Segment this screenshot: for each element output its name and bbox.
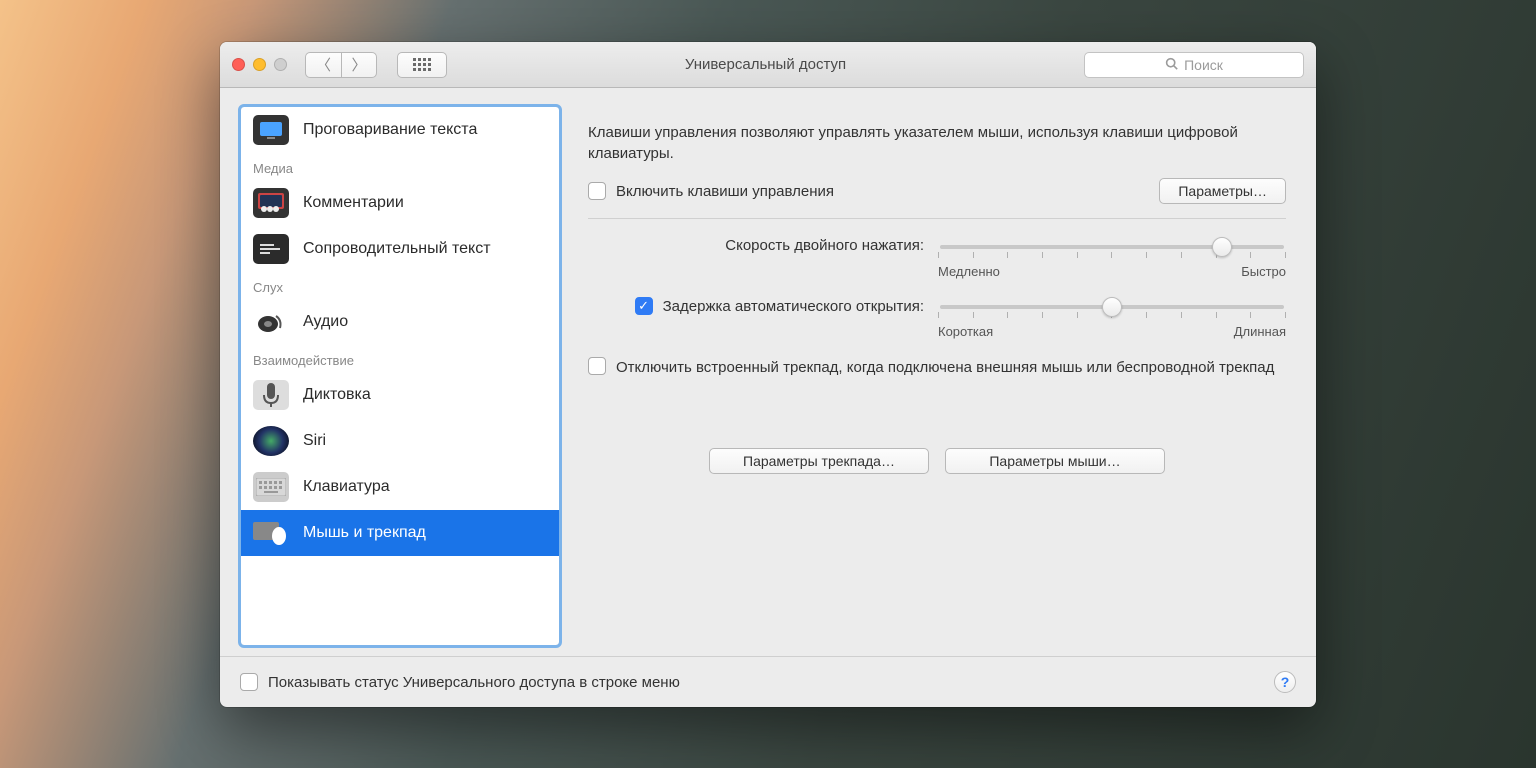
trackpad-options-button[interactable]: Параметры трекпада…: [709, 448, 929, 474]
spring-loading-checkbox[interactable]: ✓: [635, 297, 653, 315]
mouse-options-button[interactable]: Параметры мыши…: [945, 448, 1165, 474]
sidebar-item-captions[interactable]: Сопроводительный текст: [241, 226, 559, 272]
window-title: Универсальный доступ: [457, 56, 1074, 73]
enable-mouse-keys-label: Включить клавиши управления: [616, 183, 834, 200]
mouse-trackpad-icon: [253, 518, 289, 548]
double-click-speed-label: Скорость двойного нажатия:: [725, 237, 924, 254]
audio-icon: [253, 307, 289, 337]
siri-icon: [253, 426, 289, 456]
sidebar-item-speech[interactable]: Проговаривание текста: [241, 107, 559, 153]
sidebar-item-keyboard[interactable]: Клавиатура: [241, 464, 559, 510]
description-text: Клавиши управления позволяют управлять у…: [588, 122, 1286, 164]
preferences-window: 〈 〉 Универсальный доступ Поиск Проговари…: [220, 42, 1316, 707]
search-placeholder: Поиск: [1184, 57, 1223, 73]
show-status-checkbox[interactable]: [240, 673, 258, 691]
enable-mouse-keys-checkbox[interactable]: [588, 182, 606, 200]
double-click-speed-row: Скорость двойного нажатия: Медленно Быст…: [588, 237, 1286, 279]
minimize-window-button[interactable]: [253, 58, 266, 71]
divider: [588, 218, 1286, 219]
keyboard-icon: [253, 472, 289, 502]
sidebar: Проговаривание текста Медиа Комментарии …: [240, 106, 560, 646]
close-window-button[interactable]: [232, 58, 245, 71]
sidebar-item-label: Комментарии: [303, 194, 404, 212]
slider-knob[interactable]: [1102, 297, 1122, 317]
sidebar-item-label: Аудио: [303, 313, 348, 331]
show-status-label: Показывать статус Универсального доступа…: [268, 674, 680, 691]
sidebar-section-hearing: Слух: [241, 272, 559, 299]
footer: Показывать статус Универсального доступа…: [220, 656, 1316, 707]
sidebar-item-label: Siri: [303, 432, 326, 450]
double-click-min-label: Медленно: [938, 264, 1000, 279]
grid-icon: [413, 58, 431, 71]
chevron-left-icon: 〈: [316, 54, 331, 75]
sidebar-item-label: Клавиатура: [303, 478, 390, 496]
dictation-icon: [253, 380, 289, 410]
sidebar-item-dictation[interactable]: Диктовка: [241, 372, 559, 418]
back-button[interactable]: 〈: [305, 52, 341, 78]
mouse-keys-options-button[interactable]: Параметры…: [1159, 178, 1286, 204]
slider-knob[interactable]: [1212, 237, 1232, 257]
search-icon: [1165, 57, 1178, 73]
content: Проговаривание текста Медиа Комментарии …: [220, 88, 1316, 656]
search-input[interactable]: Поиск: [1084, 52, 1304, 78]
speech-icon: [253, 115, 289, 145]
titlebar: 〈 〉 Универсальный доступ Поиск: [220, 42, 1316, 88]
show-all-button[interactable]: [397, 52, 447, 78]
spring-loading-slider[interactable]: [940, 305, 1284, 309]
spring-max-label: Длинная: [1234, 324, 1286, 339]
sidebar-section-media: Медиа: [241, 153, 559, 180]
sidebar-item-label: Сопроводительный текст: [303, 240, 491, 258]
sidebar-item-siri[interactable]: Siri: [241, 418, 559, 464]
sidebar-item-audio[interactable]: Аудио: [241, 299, 559, 345]
sidebar-section-interaction: Взаимодействие: [241, 345, 559, 372]
sidebar-item-descriptions[interactable]: Комментарии: [241, 180, 559, 226]
ignore-trackpad-label: Отключить встроенный трекпад, когда подк…: [616, 357, 1274, 378]
sidebar-item-mouse-trackpad[interactable]: Мышь и трекпад: [241, 510, 559, 556]
ignore-trackpad-checkbox[interactable]: [588, 357, 606, 375]
main-panel: Клавиши управления позволяют управлять у…: [578, 106, 1296, 646]
descriptions-icon: [253, 188, 289, 218]
nav-buttons: 〈 〉: [305, 52, 377, 78]
help-button[interactable]: ?: [1274, 671, 1296, 693]
zoom-window-button: [274, 58, 287, 71]
forward-button[interactable]: 〉: [341, 52, 377, 78]
double-click-speed-slider[interactable]: [940, 245, 1284, 249]
spring-loading-row: ✓ Задержка автоматического открытия: Кор…: [588, 297, 1286, 339]
traffic-lights: [232, 58, 287, 71]
sidebar-item-label: Диктовка: [303, 386, 371, 404]
spring-loading-label: Задержка автоматического открытия:: [663, 298, 924, 315]
double-click-max-label: Быстро: [1241, 264, 1286, 279]
spring-min-label: Короткая: [938, 324, 993, 339]
captions-icon: [253, 234, 289, 264]
sidebar-item-label: Проговаривание текста: [303, 121, 477, 139]
sidebar-item-label: Мышь и трекпад: [303, 524, 426, 542]
chevron-right-icon: 〉: [351, 54, 366, 75]
